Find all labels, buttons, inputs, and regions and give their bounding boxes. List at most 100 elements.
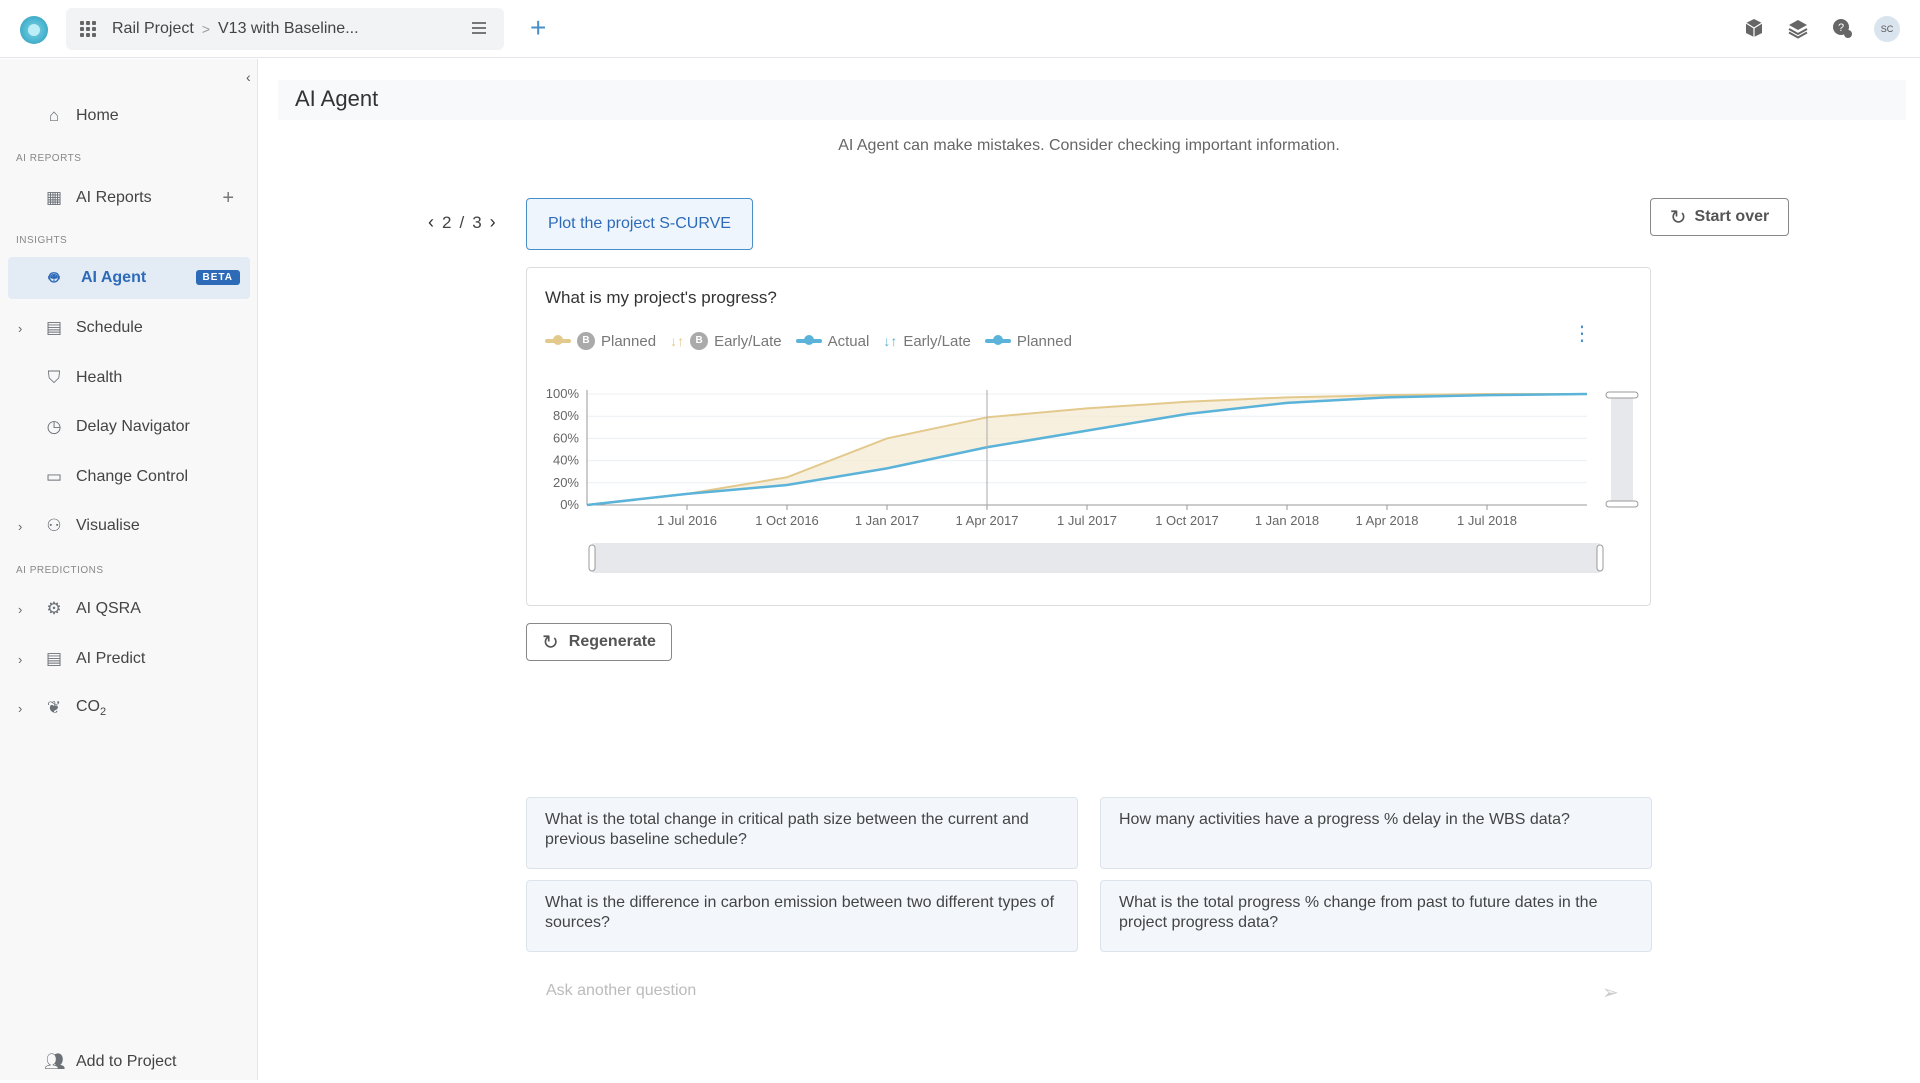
arrows-up-down-icon: ↓↑ xyxy=(883,333,898,349)
user-query-bubble[interactable]: Plot the project S-CURVE xyxy=(526,198,753,250)
pager-separator: / xyxy=(459,212,465,232)
robot-icon: 🤖︎ xyxy=(48,268,60,287)
add-user-icon: 👥︎ xyxy=(44,1052,66,1071)
sidebar-item-ai-qsra[interactable]: › ⚙ AI QSRA xyxy=(8,588,250,630)
page-header-bar xyxy=(278,80,1906,120)
y-zoom-handle-bottom xyxy=(1605,500,1639,508)
shield-icon: ⛉ xyxy=(47,368,61,387)
legend-line-marker xyxy=(545,335,571,345)
chevron-right-icon[interactable]: › xyxy=(18,602,22,617)
network-icon: ⚇ xyxy=(46,516,62,535)
s-curve-chart[interactable]: 0% 20% 40% 60% 80% 100% 1 Jul 2016 1 Oct 2016 1 … xyxy=(527,368,1652,604)
chart-legend: B Planned ↓↑ B Early/Late Actual ↓↑ Earl… xyxy=(545,332,1072,350)
sidebar-item-label: AI Reports xyxy=(76,189,152,206)
legend-item-baseline-planned[interactable]: B Planned xyxy=(545,332,656,350)
legend-item-baseline-early-late[interactable]: ↓↑ B Early/Late xyxy=(670,332,782,350)
x-tick-label: 1 Apr 2018 xyxy=(1356,513,1419,528)
sidebar-item-ai-reports[interactable]: ▦ AI Reports + xyxy=(8,177,250,219)
help-chat-icon[interactable]: ? xyxy=(1830,17,1854,41)
sidebar-item-visualise[interactable]: › ⚇ Visualise xyxy=(8,505,250,547)
add-report-icon[interactable]: + xyxy=(222,187,234,210)
legend-line-marker xyxy=(795,335,822,345)
add-tab-icon[interactable]: + xyxy=(530,14,546,42)
y-zoom-slider xyxy=(1611,394,1633,505)
dashboard-icon: ▦ xyxy=(45,188,63,207)
pager-total: 3 xyxy=(472,212,482,232)
sidebar-item-label: CO2 xyxy=(76,698,106,718)
sidebar-item-label: Visualise xyxy=(76,517,140,534)
sidebar-item-home[interactable]: ⌂ Home xyxy=(8,95,250,137)
user-avatar[interactable]: SC xyxy=(1874,16,1900,42)
x-zoom-handle-right xyxy=(1596,544,1604,572)
sidebar-item-label: Add to Project xyxy=(76,1053,177,1070)
legend-item-planned[interactable]: Planned xyxy=(984,333,1072,350)
sidebar-item-label: Delay Navigator xyxy=(76,418,190,435)
x-tick-label: 1 Oct 2017 xyxy=(1155,513,1219,528)
send-icon[interactable]: ➢ xyxy=(1602,980,1619,1005)
cube-icon[interactable] xyxy=(1742,17,1766,41)
x-zoom-slider xyxy=(591,543,1601,573)
y-tick-label: 0% xyxy=(560,497,579,512)
apps-grid-icon[interactable] xyxy=(80,21,96,37)
top-bar: Rail Project > V13 with Baseline... + ? … xyxy=(0,0,1920,58)
sidebar-item-co2[interactable]: › ❦ CO2 xyxy=(8,687,250,729)
chart-question: What is my project's progress? xyxy=(545,288,777,307)
breadcrumb-schedule[interactable]: V13 with Baseline... xyxy=(218,20,359,38)
co2-subscript: 2 xyxy=(100,706,107,719)
breadcrumb-project[interactable]: Rail Project xyxy=(112,20,194,38)
ask-question-input[interactable]: Ask another question xyxy=(526,972,1651,1012)
app-logo[interactable] xyxy=(20,16,48,44)
suggestion-card[interactable]: How many activities have a progress % de… xyxy=(1100,797,1652,869)
chart-menu-icon[interactable]: ⋮ xyxy=(1572,324,1592,344)
layers-icon[interactable] xyxy=(1786,17,1810,41)
refresh-icon: ↻ xyxy=(542,631,559,654)
chevron-right-icon[interactable]: › xyxy=(18,701,22,716)
suggestion-card[interactable]: What is the total change in critical pat… xyxy=(526,797,1078,869)
baseline-badge: B xyxy=(690,332,709,350)
start-over-button[interactable]: ↻ Start over xyxy=(1650,198,1789,236)
collapse-sidebar-icon[interactable]: ‹ xyxy=(246,69,251,85)
calendar-clock-icon: ◷ xyxy=(46,417,62,436)
calendar-edit-icon: ▤ xyxy=(45,649,63,668)
sidebar-item-health[interactable]: ⛉ Health xyxy=(8,357,250,399)
x-tick-label: 1 Jan 2017 xyxy=(855,513,919,528)
legend-label: Early/Late xyxy=(903,332,971,350)
sidebar-item-ai-predict[interactable]: › ▤ AI Predict xyxy=(8,638,250,680)
start-over-label: Start over xyxy=(1694,208,1770,225)
previous-response-icon[interactable]: ‹ xyxy=(428,212,434,233)
legend-line-marker xyxy=(984,335,1011,345)
sidebar-item-ai-agent[interactable]: 🤖︎ AI Agent BETA xyxy=(8,257,250,299)
sidebar-item-delay-navigator[interactable]: ◷ Delay Navigator xyxy=(8,406,250,448)
y-zoom-handle-top xyxy=(1605,391,1639,399)
co2-text: CO xyxy=(76,697,100,715)
gear-brain-icon: ⚙ xyxy=(46,599,62,618)
menu-lines-icon[interactable] xyxy=(472,22,486,34)
legend-item-early-late[interactable]: ↓↑ Early/Late xyxy=(883,333,971,350)
regenerate-label: Regenerate xyxy=(568,633,656,650)
chevron-right-icon[interactable]: › xyxy=(18,652,22,667)
suggestion-card[interactable]: What is the difference in carbon emissio… xyxy=(526,880,1078,952)
sidebar-item-schedule[interactable]: › ▤ Schedule xyxy=(8,307,250,349)
x-zoom-handle-left xyxy=(588,544,596,572)
chevron-right-icon[interactable]: › xyxy=(18,321,22,336)
legend-label: Planned xyxy=(601,332,657,350)
legend-label: Actual xyxy=(827,332,870,350)
x-tick-label: 1 Apr 2017 xyxy=(956,513,1019,528)
sidebar-item-label: Health xyxy=(76,369,123,386)
project-selector[interactable]: Rail Project > V13 with Baseline... xyxy=(66,8,504,50)
suggestion-card[interactable]: What is the total progress % change from… xyxy=(1100,880,1652,952)
section-label-ai-predictions: AI PREDICTIONS xyxy=(16,565,104,576)
calendar-icon: ▤ xyxy=(45,318,63,337)
y-tick-label: 100% xyxy=(546,386,580,401)
chevron-right-icon[interactable]: › xyxy=(18,519,22,534)
regenerate-button[interactable]: ↻ Regenerate xyxy=(526,623,672,661)
sidebar-item-add-to-project[interactable]: 👥︎ Add to Project xyxy=(8,1041,250,1083)
sidebar-item-label: AI Agent xyxy=(81,269,147,286)
legend-item-actual[interactable]: Actual xyxy=(795,332,870,350)
next-response-icon[interactable]: › xyxy=(490,212,496,233)
sidebar-item-change-control[interactable]: ▭ Change Control xyxy=(8,456,250,498)
arrows-up-down-icon: ↓↑ xyxy=(670,333,685,349)
x-tick-label: 1 Oct 2016 xyxy=(755,513,819,528)
refresh-icon: ↻ xyxy=(1669,206,1687,229)
response-pager: ‹ 2 / 3 › xyxy=(428,212,496,233)
